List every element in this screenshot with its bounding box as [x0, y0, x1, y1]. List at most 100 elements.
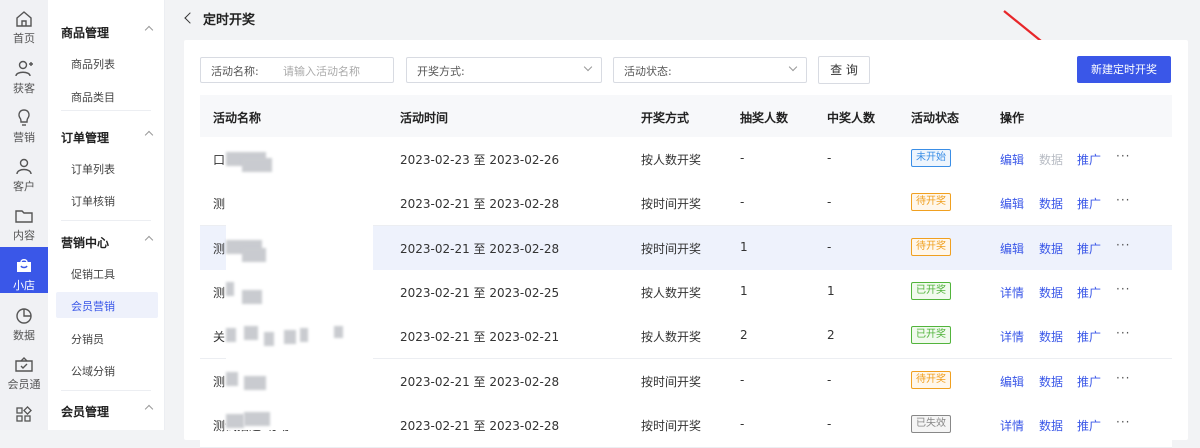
cell-time: 2023-02-21 至 2023-02-21	[400, 330, 560, 345]
table-row[interactable]: 口 2023-02-23 至 2023-02-26 按人数开奖 - - 未开始 编辑 数据 推广…	[200, 137, 1172, 182]
redacted-text	[284, 330, 296, 344]
action-推广[interactable]: 推广	[1077, 195, 1101, 212]
action-详情[interactable]: 详情	[1000, 328, 1024, 345]
action-数据[interactable]: 数据	[1039, 328, 1063, 345]
rail-item-会员通[interactable]: 会员通	[0, 346, 48, 392]
menu-group-label: 营销中心	[61, 236, 110, 250]
rail-item-label: 数据	[13, 329, 35, 342]
more-actions-icon[interactable]: ···	[1116, 149, 1130, 163]
menu-item-label: 订单核销	[71, 195, 115, 208]
activity-name-field[interactable]: 活动名称: 请输入活动名称	[200, 57, 394, 83]
status-badge: 已失效	[911, 414, 951, 433]
cell-time: 2023-02-23 至 2023-02-26	[400, 153, 560, 167]
cell-winners: -	[827, 239, 832, 254]
rail-item-more[interactable]	[0, 396, 48, 442]
menu-item[interactable]: 分销员	[56, 325, 158, 351]
status-badge: 已开奖	[911, 281, 951, 300]
redacted-text	[334, 326, 343, 338]
rail-item-小店[interactable]: 小店	[0, 247, 48, 293]
action-推广[interactable]: 推广	[1077, 240, 1101, 257]
menu-item[interactable]: 公域分销	[56, 357, 158, 383]
action-编辑[interactable]: 编辑	[1000, 151, 1024, 168]
status-badge: 未开始	[911, 149, 951, 167]
menu-item[interactable]: 会员营销	[56, 292, 158, 318]
chevron-up-icon	[144, 130, 154, 140]
page-title: 定时开奖	[203, 13, 256, 28]
action-编辑[interactable]: 编辑	[1000, 373, 1024, 390]
cell-name: 测	[213, 374, 226, 389]
action-推广[interactable]: 推广	[1077, 151, 1101, 168]
menu-item[interactable]: 商品列表	[56, 50, 158, 76]
cell-winners: -	[827, 195, 832, 210]
column-header: 抽奖人数	[740, 111, 789, 125]
draw-method-label: 开奖方式:	[417, 65, 465, 78]
query-button[interactable]: 查 询	[818, 56, 870, 84]
more-actions-icon[interactable]: ···	[1116, 238, 1130, 252]
redaction-overlay	[226, 180, 373, 430]
folder-icon	[15, 210, 33, 223]
menu-divider	[61, 220, 151, 221]
cell-time: 2023-02-21 至 2023-02-28	[400, 418, 560, 433]
menu-item[interactable]: 促销工具	[56, 260, 158, 286]
menu-group-label: 订单管理	[61, 131, 110, 145]
redacted-text	[242, 158, 272, 172]
cell-time: 2023-02-21 至 2023-02-25	[400, 285, 560, 300]
menu-group-2[interactable]: 营销中心	[48, 226, 164, 256]
rail-item-数据[interactable]: 数据	[0, 297, 48, 343]
activity-name-input[interactable]: 请输入活动名称	[283, 63, 360, 79]
menu-item-label: 分销员	[71, 333, 104, 346]
cell-time: 2023-02-21 至 2023-02-28	[400, 197, 560, 212]
action-数据[interactable]: 数据	[1039, 240, 1063, 257]
action-数据[interactable]: 数据	[1039, 284, 1063, 301]
action-详情[interactable]: 详情	[1000, 417, 1024, 434]
rail-item-营销[interactable]: 营销	[0, 99, 48, 145]
more-actions-icon[interactable]: ···	[1116, 415, 1130, 429]
action-推广[interactable]: 推广	[1077, 373, 1101, 390]
more-actions-icon[interactable]: ···	[1116, 371, 1130, 385]
rail-item-首页[interactable]: 首页	[0, 0, 48, 46]
cell-winners: 2	[827, 328, 835, 343]
home-icon	[16, 11, 32, 27]
activity-status-select[interactable]: 活动状态:	[613, 57, 807, 83]
menu-item-label: 订单列表	[71, 163, 115, 176]
menu-divider	[61, 390, 151, 391]
chevron-up-icon	[144, 25, 154, 35]
action-推广[interactable]: 推广	[1077, 417, 1101, 434]
new-scheduled-draw-button[interactable]: 新建定时开奖	[1077, 56, 1171, 83]
action-编辑[interactable]: 编辑	[1000, 195, 1024, 212]
rail-item-获客[interactable]: 获客	[0, 50, 48, 96]
cell-time: 2023-02-21 至 2023-02-28	[400, 241, 560, 256]
more-actions-icon[interactable]: ···	[1116, 193, 1130, 207]
action-推广[interactable]: 推广	[1077, 284, 1101, 301]
redacted-text	[226, 414, 244, 428]
user-icon	[16, 158, 32, 175]
chevron-down-icon	[583, 62, 593, 72]
action-数据[interactable]: 数据	[1039, 151, 1063, 168]
menu-item[interactable]: 订单列表	[56, 155, 158, 181]
rail-item-内容[interactable]: 内容	[0, 197, 48, 243]
grid-icon	[16, 406, 32, 422]
menu-item[interactable]: 订单核销	[56, 187, 158, 213]
more-actions-icon[interactable]: ···	[1116, 326, 1130, 340]
rail-item-客户[interactable]: 客户	[0, 148, 48, 194]
back-icon[interactable]	[183, 10, 195, 26]
menu-group-3[interactable]: 会员管理	[48, 395, 164, 425]
action-数据[interactable]: 数据	[1039, 195, 1063, 212]
column-header: 活动状态	[911, 111, 960, 125]
action-数据[interactable]: 数据	[1039, 417, 1063, 434]
chevron-up-icon	[144, 404, 154, 414]
table-header: 活动名称 活动时间 开奖方式 抽奖人数 中奖人数 活动状态 操作	[200, 95, 1172, 138]
cell-name: 口	[213, 153, 226, 167]
redacted-text	[226, 282, 234, 296]
action-编辑[interactable]: 编辑	[1000, 240, 1024, 257]
more-actions-icon[interactable]: ···	[1116, 282, 1130, 296]
menu-group-0[interactable]: 商品管理	[48, 16, 164, 46]
menu-group-1[interactable]: 订单管理	[48, 121, 164, 151]
menu-item[interactable]: 商品类目	[56, 83, 158, 109]
action-详情[interactable]: 详情	[1000, 284, 1024, 301]
action-数据[interactable]: 数据	[1039, 373, 1063, 390]
cell-participants: 1	[740, 283, 748, 298]
draw-method-select[interactable]: 开奖方式:	[406, 57, 602, 83]
action-推广[interactable]: 推广	[1077, 328, 1101, 345]
column-header: 开奖方式	[641, 111, 690, 125]
